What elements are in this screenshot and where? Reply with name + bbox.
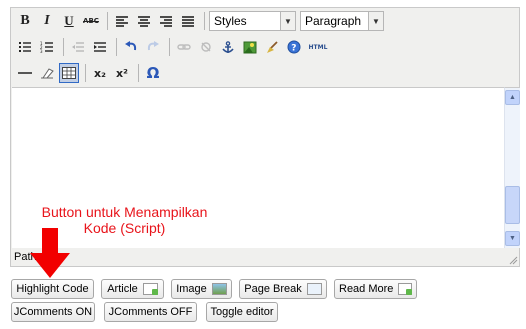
remove-format-button[interactable] — [37, 63, 57, 83]
unlink-icon — [201, 42, 211, 52]
indent-icon — [94, 42, 106, 52]
svg-text:?: ? — [291, 44, 296, 54]
align-center-button[interactable] — [134, 11, 154, 31]
toolbar-separator — [116, 38, 117, 56]
bold-button[interactable]: B — [15, 11, 35, 31]
anchor-icon — [222, 40, 234, 53]
page-break-label: Page Break — [244, 283, 302, 295]
toolbar-row-1: B I U ABC Styles ▼ Paragraph ▼ — [15, 10, 388, 32]
toolbar-separator — [85, 64, 86, 82]
highlight-code-label: Highlight Code — [16, 283, 89, 295]
chevron-up-icon: ▲ — [509, 94, 516, 101]
highlight-code-button[interactable]: Highlight Code — [11, 279, 94, 299]
redo-icon — [147, 41, 159, 51]
broom-icon — [267, 40, 278, 53]
read-more-button[interactable]: Read More — [334, 279, 417, 299]
bullet-list-icon — [19, 42, 31, 52]
cleanup-button[interactable] — [262, 37, 282, 57]
page-break-icon — [306, 283, 322, 295]
toggle-editor-button[interactable]: Toggle editor — [206, 302, 278, 322]
subscript-button[interactable]: x₂ — [90, 63, 110, 83]
numbered-list-button[interactable]: 123 — [37, 37, 57, 57]
special-character-button[interactable]: Ω — [143, 63, 163, 83]
outdent-icon — [72, 42, 84, 52]
jcomments-off-button[interactable]: JComments OFF — [104, 302, 197, 322]
styles-select-value: Styles — [214, 14, 247, 28]
image-icon — [243, 41, 257, 53]
insert-link-button[interactable] — [174, 37, 194, 57]
image-label: Image — [176, 283, 207, 295]
unlink-button[interactable] — [196, 37, 216, 57]
toolbar-separator — [204, 12, 205, 30]
toolbar-separator — [107, 12, 108, 30]
article-button[interactable]: Article — [101, 279, 164, 299]
align-center-icon — [138, 16, 150, 27]
bullet-list-button[interactable] — [15, 37, 35, 57]
path-bar: Path: — [12, 248, 518, 266]
scroll-thumb[interactable] — [505, 186, 520, 224]
read-more-label: Read More — [339, 283, 394, 295]
undo-button[interactable] — [121, 37, 141, 57]
undo-icon — [125, 41, 137, 51]
chevron-down-icon: ▼ — [509, 235, 516, 242]
chevron-down-icon: ▼ — [368, 12, 383, 30]
numbered-list-icon: 123 — [40, 41, 53, 53]
chevron-down-icon: ▼ — [280, 12, 295, 30]
help-button[interactable]: ? — [284, 37, 304, 57]
align-justify-button[interactable] — [178, 11, 198, 31]
styles-select[interactable]: Styles ▼ — [209, 11, 296, 31]
align-right-button[interactable] — [156, 11, 176, 31]
toolbar-separator — [63, 38, 64, 56]
svg-text:3: 3 — [40, 49, 43, 53]
visual-aid-button[interactable] — [59, 63, 79, 83]
toolbar-row-2: 123 ? HTML — [15, 36, 332, 58]
red-arrow-icon — [30, 228, 70, 278]
jcomments-on-label: JComments ON — [13, 306, 93, 318]
anchor-button[interactable] — [218, 37, 238, 57]
align-left-button[interactable] — [112, 11, 132, 31]
editor-scrollbar[interactable]: ▲ ▼ — [504, 87, 520, 248]
indent-button[interactable] — [90, 37, 110, 57]
align-left-icon — [116, 16, 128, 27]
jcomments-off-label: JComments OFF — [108, 306, 193, 318]
read-more-add-icon — [398, 283, 412, 295]
annotation-line-1: Button untuk Menampilkan — [41, 204, 208, 220]
eraser-icon — [41, 68, 54, 79]
horizontal-rule-icon — [18, 72, 32, 74]
redo-button[interactable] — [143, 37, 163, 57]
format-select-value: Paragraph — [305, 14, 362, 28]
html-source-button[interactable]: HTML — [306, 37, 330, 57]
horizontal-rule-button[interactable] — [15, 63, 35, 83]
align-right-icon — [160, 16, 172, 27]
superscript-button[interactable]: x² — [112, 63, 132, 83]
scroll-up-button[interactable]: ▲ — [505, 90, 520, 105]
scroll-down-button[interactable]: ▼ — [505, 231, 520, 246]
image-button[interactable]: Image — [171, 279, 232, 299]
toolbar-row-3: x₂ x² Ω — [15, 62, 165, 84]
toolbar-separator — [138, 64, 139, 82]
underline-button[interactable]: U — [59, 11, 79, 31]
format-select[interactable]: Paragraph ▼ — [300, 11, 384, 31]
toggle-editor-label: Toggle editor — [210, 306, 274, 318]
jcomments-on-button[interactable]: JComments ON — [11, 302, 95, 322]
strikethrough-button[interactable]: ABC — [81, 11, 101, 31]
toolbar-separator — [169, 38, 170, 56]
article-label: Article — [107, 283, 138, 295]
italic-button[interactable]: I — [37, 11, 57, 31]
page-break-button[interactable]: Page Break — [239, 279, 327, 299]
outdent-button[interactable] — [68, 37, 88, 57]
image-picture-icon — [211, 283, 227, 295]
link-icon — [177, 44, 191, 50]
resize-grip-icon[interactable] — [508, 255, 518, 265]
table-grid-icon — [62, 67, 76, 79]
insert-image-button[interactable] — [240, 37, 260, 57]
align-justify-icon — [182, 16, 194, 27]
article-add-icon — [142, 283, 158, 295]
help-icon: ? — [287, 40, 301, 54]
